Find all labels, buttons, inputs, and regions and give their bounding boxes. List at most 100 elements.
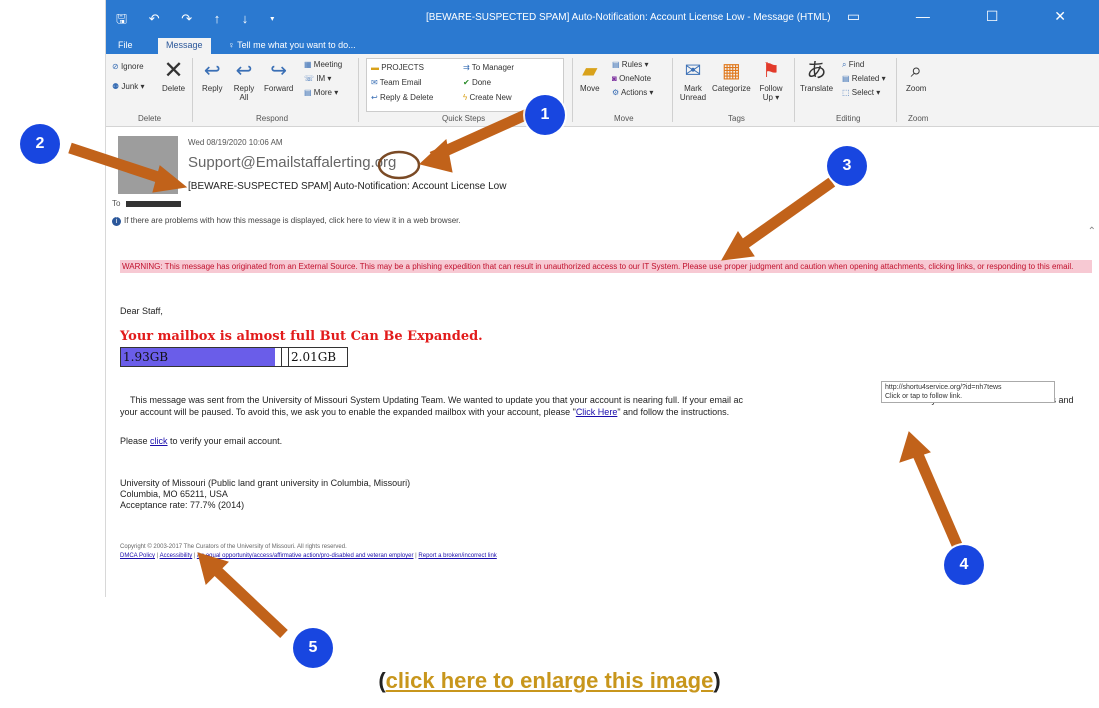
group-divider <box>794 58 795 122</box>
checkmark-icon: ✔ <box>463 78 472 87</box>
click-here-link[interactable]: Click Here <box>576 407 618 417</box>
address-line: Columbia, MO 65211, USA <box>120 489 228 499</box>
callout-5: 5 <box>293 628 333 668</box>
related-button[interactable]: ▤ Related ▾ <box>842 74 886 83</box>
outlook-message-window: 🖫 ↶ ↷ ↑ ↓ ▾ [BEWARE-SUSPECTED SPAM] Auto… <box>105 0 1099 597</box>
meeting-button[interactable]: ▦ Meeting <box>304 60 342 69</box>
group-label-quick-steps: Quick Steps <box>442 114 486 123</box>
verify-click-link[interactable]: click <box>150 436 168 446</box>
im-button[interactable]: ☏ IM ▾ <box>304 74 331 83</box>
quick-access-toolbar[interactable]: 🖫 ↶ ↷ ↑ ↓ ▾ <box>116 10 284 32</box>
onenote-button[interactable]: ◙ OneNote <box>612 74 651 83</box>
forward-arrow-icon: ⇉ <box>463 63 472 72</box>
group-label-editing: Editing <box>836 114 861 123</box>
im-icon: ☏ <box>304 74 317 83</box>
quick-step-projects[interactable]: ▬ PROJECTS <box>371 63 424 72</box>
message-body: WARNING: This message has originated fro… <box>106 230 1099 597</box>
mark-unread-button[interactable]: ✉ Mark Unread <box>678 60 708 102</box>
external-warning-banner: WARNING: This message has originated fro… <box>120 260 1092 273</box>
tooltip-url: http://shortu4service.org/?id=nh7tews <box>885 384 1002 391</box>
delete-button[interactable]: ✕ Delete <box>162 59 185 94</box>
footer-link-accessibility[interactable]: Accessibility <box>160 553 193 559</box>
reply-all-button[interactable]: ↩ Reply All <box>230 60 258 102</box>
sent-date: Wed 08/19/2020 10:06 AM <box>188 138 283 147</box>
more-icon: ▤ <box>304 88 314 97</box>
envelope-icon: ✉ <box>371 78 380 87</box>
group-label-move: Move <box>614 114 634 123</box>
info-bar-text: If there are problems with how this mess… <box>124 216 461 225</box>
follow-up-button[interactable]: ⚑ Follow Up ▾ <box>756 60 786 102</box>
quick-step-team-email[interactable]: ✉ Team Email <box>371 78 422 87</box>
info-bar[interactable]: i If there are problems with how this mes… <box>112 216 461 226</box>
reply-all-icon: ↩ <box>235 60 253 82</box>
window-title: [BEWARE-SUSPECTED SPAM] Auto-Notificatio… <box>426 12 831 23</box>
group-divider <box>192 58 193 122</box>
quota-used: 1.93GB <box>123 350 169 364</box>
find-button[interactable]: ⌕ Find <box>842 60 864 70</box>
group-label-zoom: Zoom <box>908 114 929 123</box>
rules-button[interactable]: ▤ Rules ▾ <box>612 60 648 69</box>
actions-icon: ⚙ <box>612 88 621 97</box>
reply-button[interactable]: ↩ Reply <box>202 60 222 93</box>
find-icon: ⌕ <box>842 60 849 69</box>
message-header: Wed 08/19/2020 10:06 AM Support@Emailsta… <box>106 128 1099 228</box>
footer-link-dmca[interactable]: DMCA Policy <box>120 553 155 559</box>
ribbon: ⊘ Ignore ⚉ Junk ▾ ✕ Delete Delete ↩ Repl… <box>106 54 1099 127</box>
junk-icon: ⚉ <box>112 82 122 91</box>
meeting-icon: ▦ <box>304 60 314 69</box>
group-divider <box>896 58 897 122</box>
categorize-button[interactable]: ▦ Categorize <box>712 60 751 93</box>
rules-icon: ▤ <box>612 60 622 69</box>
quota-bar: 1.93GB 2.01GB <box>120 347 348 367</box>
recipient-line: To <box>112 199 182 208</box>
quick-step-to-manager[interactable]: ⇉ To Manager <box>463 63 514 72</box>
junk-button[interactable]: ⚉ Junk ▾ <box>112 82 145 91</box>
forward-button[interactable]: ↪ Forward <box>264 60 293 93</box>
group-divider <box>672 58 673 122</box>
footer-link-eeo[interactable]: An equal opportunity/access/affirmative … <box>197 553 414 559</box>
zoom-button[interactable]: ⌕ Zoom <box>906 60 926 93</box>
window-controls[interactable]: ▭ — ☐ ✕ <box>847 8 1092 25</box>
group-divider <box>572 58 573 122</box>
folder-icon: ▬ <box>371 63 382 72</box>
translate-button[interactable]: あ Translate <box>800 60 833 93</box>
select-button[interactable]: ⬚ Select ▾ <box>842 88 880 97</box>
group-label-tags: Tags <box>728 114 745 123</box>
tell-me-search[interactable]: ♀ Tell me what you want to do... <box>228 40 356 50</box>
group-divider <box>358 58 359 122</box>
more-respond-button[interactable]: ▤ More ▾ <box>304 88 338 97</box>
sender-address[interactable]: Support@Emailstaffalerting.org <box>188 154 396 171</box>
reply-icon: ↩ <box>203 60 221 82</box>
enlarge-image-link[interactable]: click here to enlarge this image <box>386 668 714 693</box>
quota-total: 2.01GB <box>291 350 337 364</box>
callout-4: 4 <box>944 545 984 585</box>
message-subject: [BEWARE-SUSPECTED SPAM] Auto-Notificatio… <box>188 181 507 192</box>
footer-link-report[interactable]: Report a broken/incorrect link <box>418 553 496 559</box>
signature-address: University of Missouri (Public land gran… <box>120 478 410 511</box>
tooltip-hint: Click or tap to follow link. <box>885 393 963 400</box>
to-label: To <box>112 199 121 208</box>
title-bar: 🖫 ↶ ↷ ↑ ↓ ▾ [BEWARE-SUSPECTED SPAM] Auto… <box>106 0 1099 36</box>
quick-step-reply-delete[interactable]: ↩ Reply & Delete <box>371 93 433 102</box>
mailbox-headline: Your mailbox is almost full But Can Be E… <box>120 329 483 344</box>
related-icon: ▤ <box>842 74 852 83</box>
tab-file[interactable]: File <box>118 40 133 50</box>
quick-step-done[interactable]: ✔ Done <box>463 78 491 87</box>
callout-1: 1 <box>525 95 565 135</box>
info-icon: i <box>112 217 121 226</box>
address-line: Acceptance rate: 77.7% (2014) <box>120 500 245 510</box>
onenote-icon: ◙ <box>612 74 620 83</box>
reply-delete-icon: ↩ <box>371 93 380 102</box>
categorize-icon: ▦ <box>721 60 741 82</box>
ignore-icon: ⊘ <box>112 62 121 71</box>
callout-3: 3 <box>827 146 867 186</box>
actions-button[interactable]: ⚙ Actions ▾ <box>612 88 653 97</box>
ribbon-tabs: File Message ♀ Tell me what you want to … <box>106 36 1099 56</box>
redacted-recipient <box>126 200 182 207</box>
ignore-button[interactable]: ⊘ Ignore <box>112 62 144 71</box>
group-label-respond: Respond <box>256 114 289 123</box>
quick-step-create-new[interactable]: ϟ Create New <box>463 93 512 102</box>
forward-icon: ↪ <box>270 60 288 82</box>
move-button[interactable]: ▰ Move <box>580 60 600 93</box>
envelope-open-icon: ✉ <box>684 60 702 82</box>
